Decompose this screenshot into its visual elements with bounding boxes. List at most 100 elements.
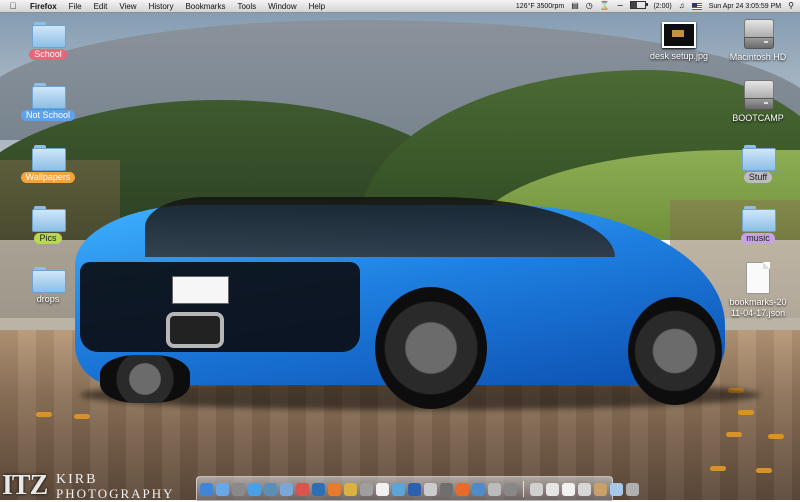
dock-app-16-icon[interactable] (440, 482, 453, 496)
car-wheel-left (100, 355, 190, 403)
dock-safari-icon[interactable] (248, 482, 261, 496)
folder-icon (32, 22, 66, 48)
dock-itunes-icon[interactable] (392, 482, 405, 496)
dock-app-18-icon[interactable] (472, 482, 485, 496)
dock-separator (523, 481, 524, 497)
leaf (74, 414, 90, 419)
dock-ical-icon[interactable] (296, 482, 309, 496)
menu-history[interactable]: History (149, 2, 174, 11)
folder-icon (742, 145, 776, 171)
menu-bookmarks[interactable]: Bookmarks (185, 2, 225, 11)
dock-finder-icon[interactable] (200, 482, 213, 496)
desktop-wallpaper (0, 0, 800, 500)
folder-icon (742, 206, 776, 232)
desktop-folder-music[interactable]: music (718, 206, 798, 244)
folder-label: Wallpapers (20, 172, 76, 183)
leaf (710, 466, 726, 471)
file-label-line2: 11-04-17.json (730, 308, 786, 318)
folder-label: drops (36, 294, 60, 304)
dock-doc-1-icon[interactable] (546, 482, 559, 496)
menu-bar:  Firefox File Edit View History Bookmar… (0, 0, 800, 13)
file-label: desk setup.jpg (649, 51, 709, 61)
folder-icon (32, 145, 66, 171)
leaf (36, 412, 52, 417)
folder-icon (32, 83, 66, 109)
menu-edit[interactable]: Edit (94, 2, 108, 11)
desktop-file-bookmarks-json[interactable]: bookmarks-20 11-04-17.json (718, 262, 798, 319)
desktop-drive-bootcamp[interactable]: BOOTCAMP (718, 78, 798, 124)
dock-app-20-icon[interactable] (504, 482, 517, 496)
desktop-file-desk-setup[interactable]: desk setup.jpg (639, 22, 719, 62)
folder-label: School (29, 49, 67, 60)
car-exhaust (166, 312, 224, 348)
desktop-folder-drops[interactable]: drops (8, 267, 88, 305)
menu-window[interactable]: Window (268, 2, 296, 11)
file-label-line1: bookmarks-20 (729, 297, 787, 307)
folder-label: music (741, 233, 775, 244)
car-license-plate (172, 276, 229, 304)
dock-spotlight-app-icon[interactable] (264, 482, 277, 496)
apple-menu-icon[interactable]:  (6, 1, 20, 11)
bluetooth-icon[interactable]: ⌛ (600, 1, 610, 11)
leaf (726, 432, 742, 437)
dock-photoshop-icon[interactable] (312, 482, 325, 496)
desktop-folder-stuff[interactable]: Stuff (718, 145, 798, 183)
desktop-folder-not-school[interactable]: Not School (8, 83, 88, 121)
leaf (738, 410, 754, 415)
dock-trash-icon[interactable] (626, 482, 639, 496)
menu-help[interactable]: Help (309, 2, 325, 11)
desktop-drive-macintosh-hd[interactable]: Macintosh HD (718, 17, 798, 63)
folder-label: Stuff (743, 172, 773, 183)
watermark-prefix: ITZ (2, 470, 48, 501)
leaf (756, 468, 772, 473)
dock-app-11-icon[interactable] (360, 482, 373, 496)
dock-doc-3-icon[interactable] (578, 482, 591, 496)
time-machine-icon[interactable]: ◷ (586, 1, 593, 11)
image-thumbnail-icon (662, 22, 696, 48)
folder-icon (32, 206, 66, 232)
spotlight-icon[interactable]: ⚲ (788, 1, 794, 11)
leaf (768, 434, 784, 439)
dock-globe-icon[interactable] (530, 482, 543, 496)
dock-app-10-icon[interactable] (344, 482, 357, 496)
dock-image-stack-icon[interactable] (594, 482, 607, 496)
menu-view[interactable]: View (119, 2, 136, 11)
battery-fill (631, 1, 638, 8)
desktop-folder-school[interactable]: School (8, 22, 88, 60)
folder-icon (32, 267, 66, 293)
dock-folder-stack-icon[interactable] (610, 482, 623, 496)
desktop-folder-pics[interactable]: Pics (8, 206, 88, 244)
temperature-readout[interactable]: 126°F 3500rpm (516, 3, 564, 10)
menu-clock[interactable]: Sun Apr 24 3:05:59 PM (709, 3, 781, 10)
wifi-icon[interactable]: ∼ (617, 1, 624, 11)
dock-doc-2-icon[interactable] (562, 482, 575, 496)
photographer-watermark: ITZ KIRB PHOTOGRAPHY (2, 470, 182, 501)
monitor-icon[interactable]: ▤ (571, 1, 579, 11)
dock-app-store-icon[interactable] (216, 482, 229, 496)
menu-tools[interactable]: Tools (237, 2, 256, 11)
document-icon (746, 262, 770, 294)
car-wheel-front (628, 297, 722, 405)
volume-icon[interactable]: ♫ (679, 1, 685, 11)
status-menu-area: 126°F 3500rpm ▤ ◷ ⌛ ∼ (2:00) ♫ Sun Apr 2… (516, 0, 794, 12)
desktop-folder-wallpapers[interactable]: Wallpapers (8, 145, 88, 183)
folder-label: Not School (20, 110, 76, 121)
drive-label: Macintosh HD (729, 52, 787, 62)
dock-keynote-icon[interactable] (424, 482, 437, 496)
dock-word-icon[interactable] (408, 482, 421, 496)
menu-file[interactable]: File (69, 2, 82, 11)
hard-drive-icon (742, 78, 774, 110)
dock-firefox-icon[interactable] (328, 482, 341, 496)
dock (196, 476, 639, 501)
dock-app-17-icon[interactable] (456, 482, 469, 496)
car-wheel-rear (375, 287, 487, 409)
menu-app-name[interactable]: Firefox (30, 2, 57, 11)
dock-app-19-icon[interactable] (488, 482, 501, 496)
folder-label: Pics (34, 233, 62, 244)
battery-icon[interactable] (630, 0, 649, 12)
dock-calendar-icon[interactable] (376, 482, 389, 496)
input-flag-icon[interactable] (691, 2, 702, 10)
battery-time[interactable]: (2:00) (653, 3, 671, 10)
dock-system-preferences-icon[interactable] (232, 482, 245, 496)
dock-mail-icon[interactable] (280, 482, 293, 496)
